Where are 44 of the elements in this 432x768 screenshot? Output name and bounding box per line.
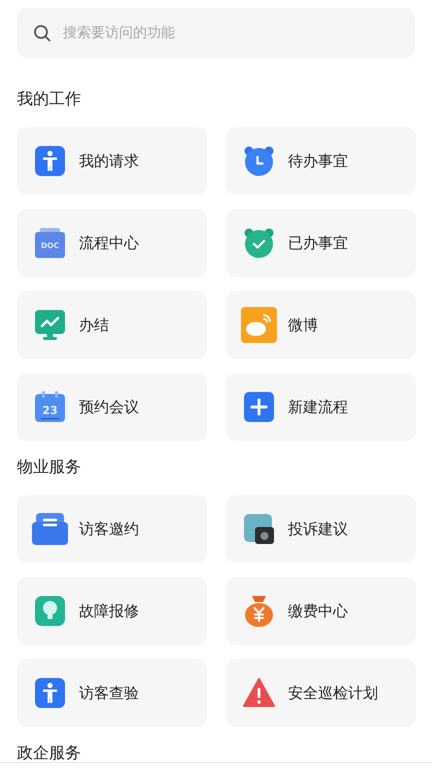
section-title: 我的工作: [17, 89, 82, 109]
feature-tile[interactable]: 微博: [226, 291, 416, 359]
tile-label: 故障报修: [79, 602, 139, 620]
feature-tile[interactable]: 投诉建议: [226, 495, 416, 563]
feature-tile[interactable]: 缴费中心: [226, 577, 416, 645]
camera-icon: [243, 513, 275, 545]
lightbulb-icon: [34, 595, 66, 627]
feature-tile[interactable]: 待办事宜: [226, 127, 416, 195]
check-alarm-clock-icon: [243, 227, 275, 259]
tile-label: 安全巡检计划: [288, 684, 378, 702]
person-icon: [34, 677, 66, 709]
money-bag-icon: [243, 594, 275, 628]
tile-label: 访客邀约: [79, 520, 139, 538]
section-title: 政企服务: [17, 743, 82, 763]
feature-tile[interactable]: 访客查验: [17, 659, 207, 727]
feature-tile[interactable]: 我的请求: [17, 127, 207, 195]
feature-tile[interactable]: 已办事宜: [226, 209, 416, 277]
tile-label: 待办事宜: [288, 152, 348, 170]
tile-label: 投诉建议: [288, 520, 348, 538]
feature-tile[interactable]: 23 预约会议: [17, 373, 207, 441]
feature-tile[interactable]: 新建流程: [226, 373, 416, 441]
alarm-clock-icon: [243, 145, 275, 177]
tile-label: 流程中心: [79, 234, 139, 252]
tile-label: 已办事宜: [288, 234, 348, 252]
tile-label: 缴费中心: [288, 602, 348, 620]
chart-monitor-icon: [34, 309, 66, 341]
tile-label: 预约会议: [79, 398, 139, 416]
section-title: 物业服务: [17, 457, 82, 477]
tile-label: 新建流程: [288, 398, 348, 416]
cloud-icon: [241, 307, 277, 343]
tile-label: 微博: [288, 316, 318, 334]
feature-tile[interactable]: 故障报修: [17, 577, 207, 645]
tile-label: 我的请求: [79, 152, 139, 170]
tile-label: 办结: [79, 316, 109, 334]
person-icon: [34, 145, 66, 177]
feature-tile[interactable]: 办结: [17, 291, 207, 359]
feature-tile[interactable]: 访客邀约: [17, 495, 207, 563]
search-field[interactable]: 搜索要访问的功能: [17, 8, 415, 58]
tile-label: 访客查验: [79, 684, 139, 702]
feature-tile[interactable]: 安全巡检计划: [226, 659, 416, 727]
warning-icon: [243, 678, 275, 708]
inbox-icon: [32, 513, 68, 545]
plus-icon: [243, 391, 275, 423]
icon-label: 23: [42, 404, 58, 417]
